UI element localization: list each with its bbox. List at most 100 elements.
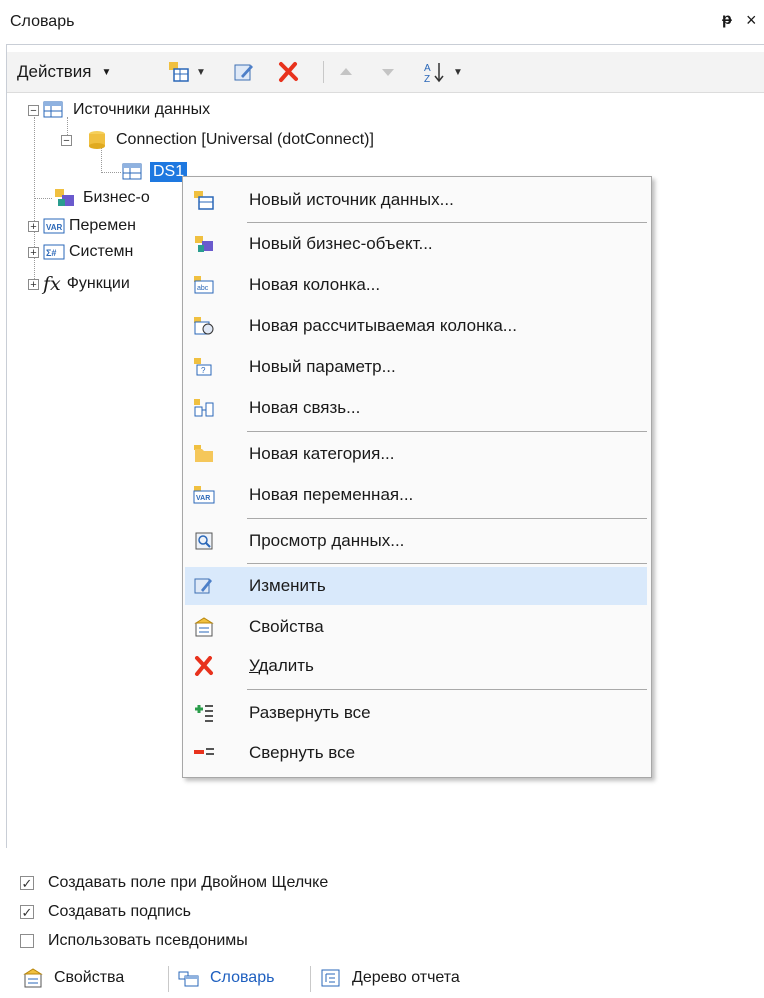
tree-label: Системн (69, 243, 134, 260)
option-use-aliases[interactable]: Использовать псевдонимы (20, 929, 248, 953)
chevron-down-icon: ▼ (453, 66, 463, 78)
expand-icon[interactable]: + (28, 246, 39, 258)
menu-item-label: Новый параметр... (249, 357, 396, 376)
menu-item-new-calc-column[interactable]: Новая рассчитываемая колонка... (185, 307, 647, 345)
calc-column-icon (194, 317, 214, 335)
collapse-all-icon (194, 748, 214, 755)
menu-item-expand-all[interactable]: Развернуть все (185, 694, 647, 732)
tree-node-functions[interactable]: + fx Функции (28, 272, 130, 296)
menu-item-label: Изменить (249, 576, 326, 595)
panel-title: Словарь (10, 13, 75, 30)
menu-item-new-business-object[interactable]: Новый бизнес-объект... (185, 225, 647, 263)
menu-item-label: Развернуть все (249, 703, 371, 722)
menu-item-label: Свернуть все (249, 743, 356, 762)
tree-node-system-variables[interactable]: + Σ# Системн (28, 240, 133, 264)
variable-icon: VAR (193, 486, 215, 504)
svg-text:A: A (424, 63, 431, 74)
folder-icon (194, 445, 213, 462)
tree-label: Connection [Universal (dotConnect)] (116, 131, 374, 148)
svg-text:VAR: VAR (46, 223, 63, 232)
svg-text:Z: Z (424, 74, 430, 84)
menu-item-new-datasource[interactable]: Новый источник данных... (185, 181, 647, 219)
datasource-table-icon (122, 163, 142, 180)
edit-button[interactable] (229, 52, 259, 92)
delete-button[interactable] (273, 52, 303, 92)
checkbox-unchecked[interactable] (20, 934, 34, 948)
business-object-icon (195, 236, 213, 252)
close-icon[interactable]: × (746, 10, 757, 31)
tree-node-data-sources[interactable]: − Источники данных (28, 98, 210, 122)
menu-item-label: Новый бизнес-объект... (249, 234, 433, 253)
tab-properties[interactable]: Свойства (22, 960, 124, 996)
move-down-button[interactable] (375, 52, 401, 92)
sort-button[interactable]: A Z ▼ (413, 52, 473, 92)
column-icon: abc (194, 276, 214, 294)
svg-text:VAR: VAR (196, 495, 210, 502)
tab-dictionary[interactable]: Словарь (178, 960, 274, 996)
toolbar: Действия ▼ ▼ A Z ▼ (7, 52, 764, 93)
collapse-icon[interactable]: − (28, 104, 39, 116)
tree-label: Перемен (69, 217, 136, 234)
view-data-icon (195, 532, 213, 550)
menu-item-edit[interactable]: Изменить (185, 567, 647, 605)
tab-label: Словарь (210, 969, 275, 986)
move-up-button[interactable] (333, 52, 359, 92)
checkbox-checked[interactable]: ✓ (20, 905, 34, 919)
menu-item-view-data[interactable]: Просмотр данных... (185, 522, 647, 560)
system-variable-icon: Σ# (43, 244, 65, 260)
tree-label: Бизнес-о (83, 189, 150, 206)
tab-separator (168, 966, 169, 992)
option-label: Использовать псевдонимы (48, 932, 248, 949)
menu-item-new-category[interactable]: Новая категория... (185, 435, 647, 473)
tab-separator (310, 966, 311, 992)
tree-node-connection[interactable]: − Connection [Universal (dotConnect)] (61, 128, 374, 152)
move-up-icon (340, 68, 352, 75)
panel-titlebar: Словарь ᵽ × (0, 0, 764, 44)
menu-item-label: Просмотр данных... (249, 531, 405, 550)
pin-icon[interactable]: ᵽ (722, 11, 732, 29)
menu-item-properties[interactable]: Свойства (185, 608, 647, 646)
option-create-field-on-double-click[interactable]: ✓ Создавать поле при Двойном Щелчке (20, 871, 328, 895)
checkbox-checked[interactable]: ✓ (20, 876, 34, 890)
option-create-caption[interactable]: ✓ Создавать подпись (20, 900, 191, 924)
expand-icon[interactable]: + (28, 278, 39, 290)
move-down-icon (382, 69, 394, 76)
menu-separator (247, 518, 647, 519)
menu-separator (247, 689, 647, 690)
chevron-down-icon: ▼ (101, 66, 112, 78)
parameter-icon: ? (194, 358, 212, 376)
business-object-icon (55, 189, 74, 206)
database-icon (89, 131, 105, 149)
function-icon: fx (43, 273, 61, 295)
menu-item-new-relation[interactable]: Новая связь... (185, 389, 647, 427)
menu-item-label: Новый источник данных... (249, 190, 454, 209)
tree-node-business-objects[interactable]: Бизнес-о (53, 186, 150, 210)
collapse-icon[interactable]: − (61, 134, 72, 146)
new-datasource-icon (194, 191, 214, 210)
tree-label: Источники данных (73, 101, 211, 118)
menu-item-new-column[interactable]: abc Новая колонка... (185, 266, 647, 304)
menu-item-delete[interactable]: Удалить (185, 647, 647, 685)
edit-icon (194, 578, 212, 594)
menu-item-label-rest: далить (258, 656, 314, 675)
menu-item-label: Новая колонка... (249, 275, 381, 294)
expand-icon[interactable]: + (28, 220, 39, 232)
svg-text:?: ? (201, 366, 206, 375)
tab-report-tree[interactable]: Дерево отчета (320, 960, 460, 996)
menu-item-label: Новая категория... (249, 444, 395, 463)
menu-item-new-variable[interactable]: VAR Новая переменная... (185, 476, 647, 514)
menu-item-new-parameter[interactable]: ? Новый параметр... (185, 348, 647, 386)
actions-dropdown[interactable]: Действия ▼ (17, 52, 111, 92)
menu-item-collapse-all[interactable]: Свернуть все (185, 734, 647, 772)
bottom-tab-bar: Свойства Словарь Дерево отчета (0, 960, 764, 998)
tree-node-ds1[interactable]: DS1 (122, 160, 188, 184)
toolbar-separator (323, 61, 324, 83)
option-label: Создавать поле при Двойном Щелчке (48, 874, 329, 891)
variable-icon: VAR (43, 218, 65, 234)
tree-node-variables[interactable]: + VAR Перемен (28, 214, 136, 238)
context-menu: Новый источник данных... Новый бизнес-об… (182, 176, 652, 778)
tab-label: Свойства (54, 969, 125, 986)
new-datasource-button[interactable]: ▼ (162, 52, 212, 92)
delete-icon (195, 656, 213, 676)
report-tree-icon (321, 969, 340, 987)
